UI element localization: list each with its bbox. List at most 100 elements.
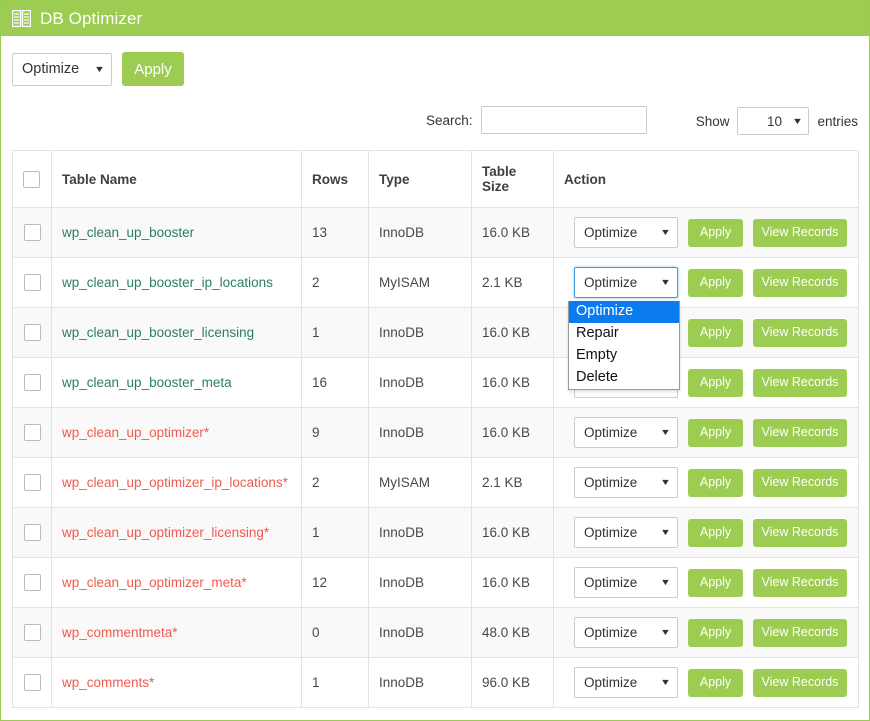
chevron-down-icon: ▼ bbox=[791, 116, 803, 126]
row-action-select[interactable]: Optimize ▼ bbox=[574, 517, 678, 548]
row-count-cell: 16 bbox=[301, 357, 369, 408]
row-checkbox[interactable] bbox=[23, 424, 41, 441]
row-checkbox[interactable] bbox=[23, 674, 41, 691]
action-dropdown-option[interactable]: Delete bbox=[569, 367, 679, 389]
row-count-cell: 1 bbox=[301, 307, 369, 358]
chevron-down-icon: ▼ bbox=[659, 677, 672, 687]
table-name-cell: wp_commentmeta* bbox=[51, 607, 302, 658]
row-action-select[interactable]: Optimize ▼ bbox=[574, 217, 678, 248]
column-header-table-name[interactable]: Table Name bbox=[51, 150, 302, 208]
row-view-records-button[interactable]: View Records bbox=[753, 218, 847, 247]
row-view-records-button[interactable]: View Records bbox=[753, 468, 847, 497]
row-action-select[interactable]: Optimize ▼ bbox=[574, 467, 678, 498]
table-name-link[interactable]: wp_clean_up_optimizer_licensing* bbox=[62, 525, 269, 540]
row-apply-button[interactable]: Apply bbox=[688, 368, 743, 397]
row-checkbox[interactable] bbox=[23, 374, 41, 391]
row-checkbox[interactable] bbox=[23, 324, 41, 341]
table-row: wp_commentmeta* 0 InnoDB 48.0 KB Optimize ▼ Ap… bbox=[12, 607, 859, 658]
bulk-action-select[interactable]: Optimize ▼ bbox=[12, 52, 112, 86]
row-checkbox[interactable] bbox=[23, 224, 41, 241]
show-entries-value: 10 bbox=[766, 113, 782, 129]
table-name-cell: wp_clean_up_booster_ip_locations bbox=[51, 257, 302, 308]
row-action-select-value: Optimize bbox=[584, 525, 638, 540]
select-all-checkbox[interactable] bbox=[23, 170, 40, 188]
row-checkbox[interactable] bbox=[23, 624, 41, 641]
table-head: Table Name Rows Type Table Size Action bbox=[12, 150, 859, 208]
row-view-records-button[interactable]: View Records bbox=[753, 618, 847, 647]
row-apply-button[interactable]: Apply bbox=[688, 668, 743, 697]
row-apply-button[interactable]: Apply bbox=[688, 618, 743, 647]
bulk-apply-button[interactable]: Apply bbox=[122, 52, 184, 86]
row-count-cell: 2 bbox=[301, 257, 369, 308]
row-action-select-value: Optimize bbox=[584, 225, 638, 240]
row-checkbox[interactable] bbox=[23, 574, 41, 591]
table-name-link[interactable]: wp_clean_up_optimizer* bbox=[62, 425, 209, 440]
row-view-records-button[interactable]: View Records bbox=[753, 568, 847, 597]
table-size-cell: 48.0 KB bbox=[471, 607, 554, 658]
table-size-cell: 16.0 KB bbox=[471, 557, 554, 608]
row-action-select[interactable]: Optimize ▼ bbox=[574, 267, 678, 298]
table-size-cell: 2.1 KB bbox=[471, 457, 554, 508]
table-name-cell: wp_clean_up_booster_licensing bbox=[51, 307, 302, 358]
table-name-link[interactable]: wp_clean_up_booster_ip_locations bbox=[62, 275, 273, 290]
row-apply-button[interactable]: Apply bbox=[688, 218, 743, 247]
row-checkbox[interactable] bbox=[23, 274, 41, 291]
row-count-cell: 2 bbox=[301, 457, 369, 508]
action-cell: Optimize ▼ Apply View Records bbox=[553, 407, 859, 458]
table-name-link[interactable]: wp_clean_up_booster bbox=[62, 225, 194, 240]
row-view-records-button[interactable]: View Records bbox=[753, 368, 847, 397]
table-name-cell: wp_clean_up_booster_meta bbox=[51, 357, 302, 408]
panel-body: Optimize ▼ Apply Search: Show 10 ▼ entri… bbox=[1, 36, 869, 720]
row-view-records-button[interactable]: View Records bbox=[753, 318, 847, 347]
row-apply-button[interactable]: Apply bbox=[688, 418, 743, 447]
database-tables-table: Table Name Rows Type Table Size Action w… bbox=[12, 150, 859, 708]
row-apply-button[interactable]: Apply bbox=[688, 568, 743, 597]
row-action-select-value: Optimize bbox=[584, 275, 638, 290]
action-dropdown-open-list[interactable]: Optimize Repair Empty Delete bbox=[568, 301, 680, 390]
action-dropdown-option[interactable]: Optimize bbox=[569, 301, 679, 323]
row-view-records-button[interactable]: View Records bbox=[753, 668, 847, 697]
table-name-link[interactable]: wp_clean_up_optimizer_meta* bbox=[62, 575, 247, 590]
table-size-cell: 16.0 KB bbox=[471, 307, 554, 358]
row-view-records-button[interactable]: View Records bbox=[753, 268, 847, 297]
row-count-cell: 9 bbox=[301, 407, 369, 458]
engine-type-cell: InnoDB bbox=[368, 657, 472, 708]
row-select-cell bbox=[12, 307, 52, 358]
action-dropdown-option[interactable]: Repair bbox=[569, 323, 679, 345]
row-apply-button[interactable]: Apply bbox=[688, 318, 743, 347]
show-entries-select[interactable]: 10 ▼ bbox=[737, 107, 810, 135]
chevron-down-icon: ▼ bbox=[659, 577, 672, 587]
engine-type-cell: InnoDB bbox=[368, 557, 472, 608]
action-cell: Optimize ▼ Apply View Records bbox=[553, 657, 859, 708]
search-input[interactable] bbox=[480, 106, 647, 134]
action-dropdown-option[interactable]: Empty bbox=[569, 345, 679, 367]
table-name-link[interactable]: wp_clean_up_booster_licensing bbox=[62, 325, 254, 340]
row-apply-button[interactable]: Apply bbox=[688, 518, 743, 547]
table-row: wp_clean_up_optimizer_licensing* 1 InnoDB 1… bbox=[12, 507, 859, 558]
row-apply-button[interactable]: Apply bbox=[688, 468, 743, 497]
table-name-link[interactable]: wp_comments* bbox=[62, 675, 154, 690]
chevron-down-icon: ▼ bbox=[659, 477, 672, 487]
row-action-select-value: Optimize bbox=[584, 475, 638, 490]
row-action-select[interactable]: Optimize ▼ bbox=[574, 667, 678, 698]
column-header-rows[interactable]: Rows bbox=[301, 150, 369, 208]
table-name-cell: wp_clean_up_optimizer* bbox=[51, 407, 302, 458]
row-action-select[interactable]: Optimize ▼ bbox=[574, 417, 678, 448]
row-select-cell bbox=[12, 407, 52, 458]
row-view-records-button[interactable]: View Records bbox=[753, 418, 847, 447]
row-action-select[interactable]: Optimize ▼ bbox=[574, 567, 678, 598]
column-header-table-size[interactable]: Table Size bbox=[471, 150, 554, 208]
row-select-cell bbox=[12, 207, 52, 258]
table-name-link[interactable]: wp_clean_up_optimizer_ip_locations* bbox=[62, 475, 288, 490]
table-name-link[interactable]: wp_commentmeta* bbox=[62, 625, 178, 640]
table-name-cell: wp_clean_up_optimizer_ip_locations* bbox=[51, 457, 302, 508]
row-action-select[interactable]: Optimize ▼ bbox=[574, 617, 678, 648]
table-row: wp_clean_up_optimizer* 9 InnoDB 16.0 KB Opti… bbox=[12, 407, 859, 458]
row-checkbox[interactable] bbox=[23, 474, 41, 491]
table-name-link[interactable]: wp_clean_up_booster_meta bbox=[62, 375, 232, 390]
row-view-records-button[interactable]: View Records bbox=[753, 518, 847, 547]
row-apply-button[interactable]: Apply bbox=[688, 268, 743, 297]
column-header-type[interactable]: Type bbox=[368, 150, 472, 208]
row-checkbox[interactable] bbox=[23, 524, 41, 541]
column-header-action: Action bbox=[553, 150, 859, 208]
